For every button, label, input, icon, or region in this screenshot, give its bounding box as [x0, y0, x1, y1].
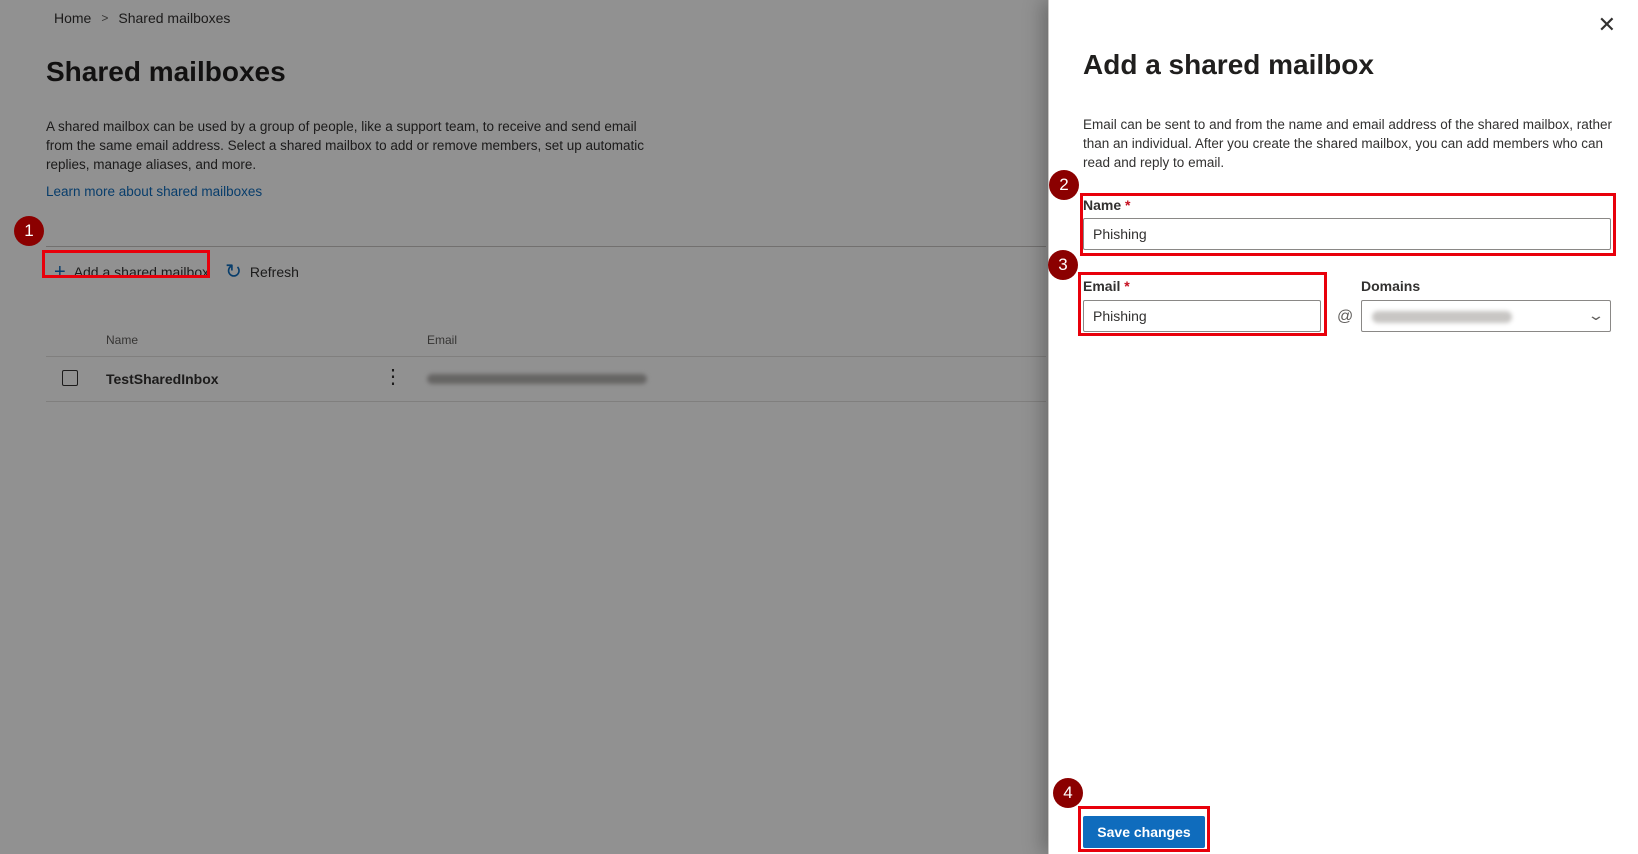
email-input[interactable]: [1083, 300, 1321, 332]
step-badge-3: 3: [1048, 250, 1078, 280]
domains-dropdown[interactable]: ⌄: [1361, 300, 1611, 332]
name-input[interactable]: [1083, 218, 1611, 250]
step-badge-4: 4: [1053, 778, 1083, 808]
add-shared-mailbox-panel: ✕ Add a shared mailbox Email can be sent…: [1048, 0, 1638, 854]
at-sign: @: [1337, 308, 1354, 325]
name-label-text: Name: [1083, 197, 1122, 213]
email-label: Email *: [1083, 278, 1130, 294]
domain-value-redacted: [1372, 311, 1512, 323]
panel-title: Add a shared mailbox: [1083, 49, 1374, 80]
required-marker: *: [1124, 278, 1130, 294]
modal-overlay[interactable]: [0, 0, 1048, 854]
domains-label: Domains: [1361, 278, 1421, 294]
email-label-text: Email: [1083, 278, 1121, 294]
name-label: Name *: [1083, 197, 1130, 213]
required-marker: *: [1125, 197, 1131, 213]
save-changes-button[interactable]: Save changes: [1083, 816, 1205, 848]
close-icon[interactable]: ✕: [1598, 14, 1616, 36]
step-badge-1: 1: [14, 216, 44, 246]
step-badge-2: 2: [1049, 170, 1079, 200]
chevron-down-icon: ⌄: [1587, 307, 1605, 323]
panel-description: Email can be sent to and from the name a…: [1083, 117, 1613, 170]
